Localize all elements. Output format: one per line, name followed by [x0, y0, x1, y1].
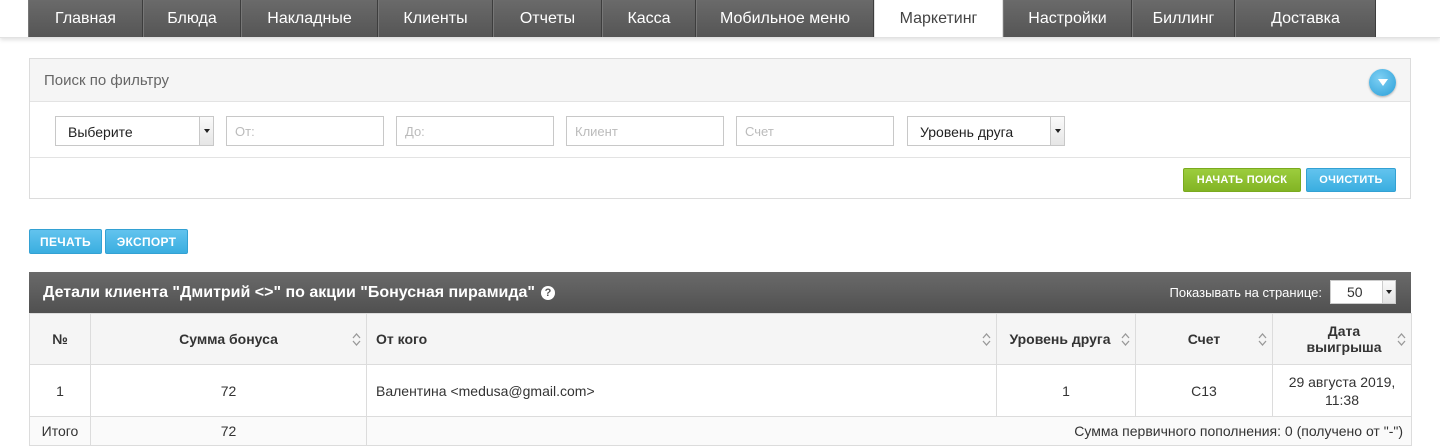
- dropdown-arrow-icon: [199, 117, 213, 145]
- tab-marketing[interactable]: Маркетинг: [874, 0, 1003, 37]
- column-header-level[interactable]: Уровень друга: [996, 313, 1136, 365]
- friend-level-select[interactable]: Уровень друга: [907, 116, 1065, 146]
- filter-header: Поиск по фильтру: [30, 59, 1410, 102]
- friend-level-value: Уровень друга: [920, 124, 1014, 140]
- collapse-toggle-button[interactable]: [1369, 69, 1396, 96]
- column-header-from-label: От кого: [376, 331, 428, 347]
- tab-reports[interactable]: Отчеты: [493, 0, 602, 37]
- column-header-bonus-label: Сумма бонуса: [179, 331, 278, 347]
- table-total-row: Итого 72 Сумма первичного пополнения: 0 …: [29, 416, 1412, 446]
- cell-bill: С13: [1135, 364, 1273, 417]
- column-header-bill[interactable]: Счет: [1135, 313, 1273, 365]
- filter-panel: Поиск по фильтру Выберите Уровень друга …: [29, 58, 1411, 199]
- column-header-bill-label: Счет: [1187, 331, 1221, 347]
- column-header-date[interactable]: Дата выигрыша: [1272, 313, 1412, 365]
- column-header-level-label: Уровень друга: [1009, 331, 1111, 347]
- client-input[interactable]: [566, 116, 724, 146]
- grid-header: Детали клиента "Дмитрий <>" по акции "Бо…: [29, 272, 1411, 313]
- tab-clients[interactable]: Клиенты: [378, 0, 493, 37]
- start-search-button[interactable]: Начать поиск: [1183, 168, 1301, 192]
- column-header-date-label: Дата выигрыша: [1306, 323, 1382, 355]
- filter-actions: Начать поиск Очистить: [1183, 168, 1396, 192]
- client-details-grid: Детали клиента "Дмитрий <>" по акции "Бо…: [29, 272, 1412, 446]
- main-tabs: Главная Блюда Накладные Клиенты Отчеты К…: [28, 0, 1376, 37]
- per-page-select[interactable]: 50: [1330, 280, 1396, 304]
- sort-icon: [1397, 333, 1406, 346]
- cell-num: 1: [29, 364, 91, 417]
- total-label: Итого: [29, 416, 91, 446]
- bill-input[interactable]: [736, 116, 894, 146]
- tab-settings[interactable]: Настройки: [1003, 0, 1132, 37]
- per-page-label: Показывать на странице:: [1169, 285, 1323, 300]
- dropdown-arrow-icon: [1050, 117, 1064, 145]
- table-row: 1 72 Валентина <medusa@gmail.com> 1 С13 …: [29, 364, 1412, 417]
- tab-cashbox[interactable]: Касса: [602, 0, 696, 37]
- tab-invoices[interactable]: Накладные: [241, 0, 378, 37]
- tab-mobile-menu[interactable]: Мобильное меню: [696, 0, 874, 37]
- cell-date: 29 августа 2019, 11:38: [1272, 364, 1412, 417]
- chevron-down-icon: [1377, 79, 1388, 86]
- sort-icon: [1258, 333, 1267, 346]
- tab-delivery[interactable]: Доставка: [1235, 0, 1376, 37]
- table-header-row: № Сумма бонуса От кого Уровень друга Сче…: [29, 313, 1412, 365]
- grid-title-text: Детали клиента "Дмитрий <>" по акции "Бо…: [43, 284, 535, 301]
- cell-bonus: 72: [90, 364, 367, 417]
- print-button[interactable]: Печать: [29, 229, 102, 254]
- column-header-from[interactable]: От кого: [366, 313, 997, 365]
- date-to-input[interactable]: [396, 116, 554, 146]
- sort-icon: [352, 333, 361, 346]
- sort-icon: [982, 333, 991, 346]
- date-from-input[interactable]: [226, 116, 384, 146]
- tab-billing[interactable]: Биллинг: [1132, 0, 1235, 37]
- details-table: № Сумма бонуса От кого Уровень друга Сче…: [29, 313, 1412, 446]
- top-navigation: Главная Блюда Накладные Клиенты Отчеты К…: [0, 0, 1440, 38]
- filter-type-value: Выберите: [68, 124, 133, 140]
- column-header-num: №: [29, 313, 91, 365]
- help-icon[interactable]: ?: [541, 286, 555, 300]
- filter-fields-row: Выберите Уровень друга: [30, 102, 1410, 158]
- dropdown-arrow-icon: [1382, 281, 1395, 303]
- filter-type-select[interactable]: Выберите: [55, 116, 214, 146]
- cell-from: Валентина <medusa@gmail.com>: [366, 364, 997, 417]
- column-header-bonus[interactable]: Сумма бонуса: [90, 313, 367, 365]
- filter-title: Поиск по фильтру: [44, 72, 170, 89]
- clear-button[interactable]: Очистить: [1306, 168, 1396, 192]
- tab-dishes[interactable]: Блюда: [143, 0, 241, 37]
- total-bonus: 72: [90, 416, 367, 446]
- grid-title: Детали клиента "Дмитрий <>" по акции "Бо…: [43, 284, 555, 302]
- total-summary: Сумма первичного пополнения: 0 (получено…: [366, 416, 1412, 446]
- cell-level: 1: [996, 364, 1136, 417]
- export-button[interactable]: Экспорт: [105, 229, 188, 254]
- toolbar: Печать Экспорт: [29, 229, 188, 254]
- tab-home[interactable]: Главная: [28, 0, 143, 37]
- per-page-value: 50: [1347, 284, 1363, 300]
- sort-icon: [1121, 333, 1130, 346]
